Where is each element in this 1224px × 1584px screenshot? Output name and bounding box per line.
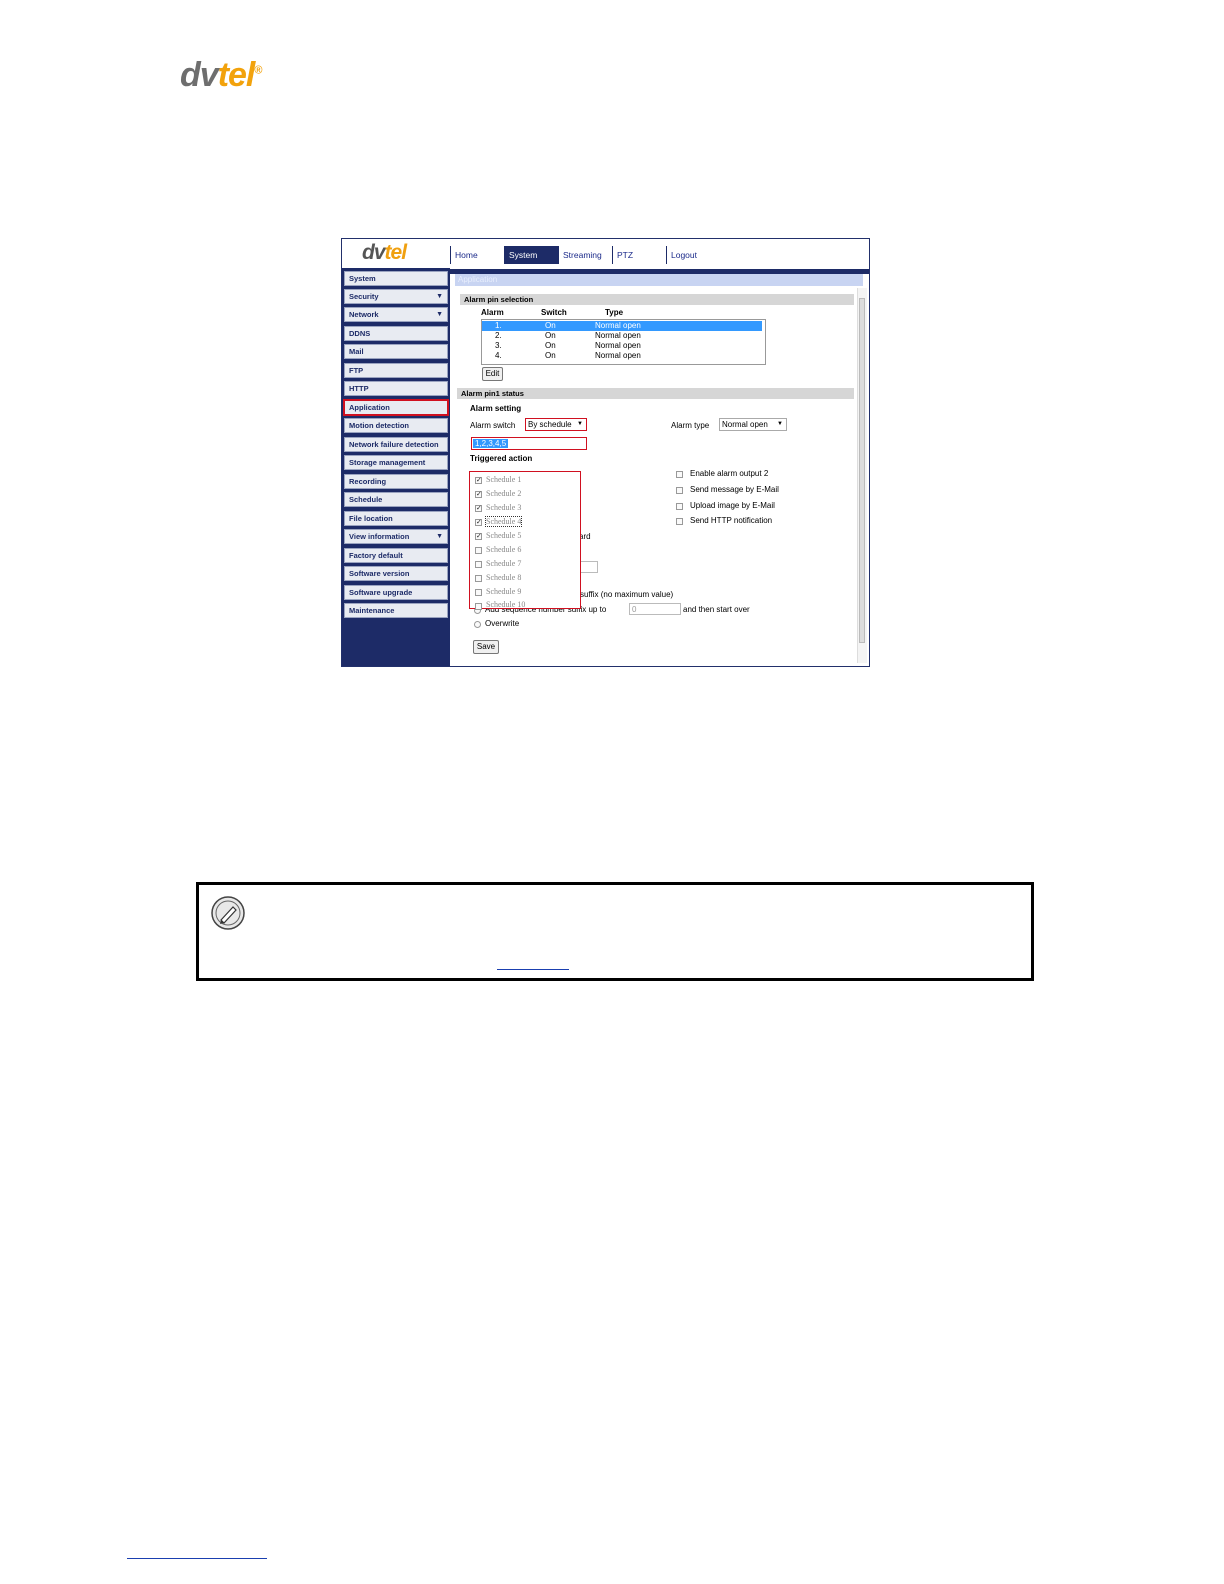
chevron-down-icon: ▼ bbox=[436, 293, 443, 300]
schedule-checkbox[interactable] bbox=[475, 603, 482, 610]
triggered-action-heading: Triggered action bbox=[470, 454, 533, 463]
sidebar-item-application[interactable]: Application bbox=[343, 399, 449, 416]
hidden-input[interactable] bbox=[579, 561, 598, 573]
sidebar-item-storage-management[interactable]: Storage management bbox=[344, 455, 448, 470]
list-item[interactable]: 2. On Normal open bbox=[482, 331, 762, 341]
page-logo: dvtel® bbox=[180, 56, 263, 94]
sidebar-item-recording[interactable]: Recording bbox=[344, 474, 448, 489]
footer-link-underline[interactable] bbox=[127, 1558, 267, 1559]
chevron-down-icon: ▼ bbox=[436, 533, 443, 540]
schedule-checkbox[interactable] bbox=[475, 575, 482, 582]
schedule-checkbox[interactable] bbox=[475, 589, 482, 596]
chevron-down-icon: ▼ bbox=[777, 421, 783, 427]
note-link-underline[interactable] bbox=[497, 969, 569, 970]
edit-button[interactable]: Edit bbox=[482, 367, 503, 381]
sidebar-item-mail[interactable]: Mail bbox=[344, 344, 448, 359]
scrollbar[interactable] bbox=[857, 288, 867, 663]
action-label: Send HTTP notification bbox=[690, 516, 773, 525]
schedule-checkbox[interactable]: ✓ bbox=[475, 533, 482, 540]
tab-ptz[interactable]: PTZ bbox=[612, 246, 666, 264]
overwrite-label: Overwrite bbox=[485, 619, 520, 628]
tab-logout[interactable]: Logout bbox=[666, 246, 720, 264]
alarm-list[interactable]: 1. On Normal open 2. On Normal open 3. O… bbox=[481, 319, 766, 365]
overwrite-radio[interactable] bbox=[474, 621, 481, 628]
list-item[interactable]: 3. On Normal open bbox=[482, 341, 762, 351]
action-label: Enable alarm output 2 bbox=[690, 469, 769, 478]
sequence-input[interactable]: 0 bbox=[629, 603, 681, 615]
alarm-pin-selection-bar: Alarm pin selection bbox=[460, 294, 854, 305]
schedule-checkbox[interactable]: ✓ bbox=[475, 519, 482, 526]
col-type: Type bbox=[605, 308, 624, 317]
schedule-input-box[interactable]: 1,2,3,4,5 bbox=[471, 437, 587, 450]
sidebar-item-view-information[interactable]: View information ▼ bbox=[344, 529, 448, 544]
save-button[interactable]: Save bbox=[473, 640, 499, 654]
action-label: Upload image by E-Mail bbox=[690, 501, 775, 510]
top-tabs: Home System Streaming PTZ Logout bbox=[450, 246, 720, 264]
sidebar-item-ddns[interactable]: DDNS bbox=[344, 326, 448, 341]
sequence-after-label: and then start over bbox=[683, 605, 750, 614]
chevron-down-icon: ▼ bbox=[436, 311, 443, 318]
tab-streaming[interactable]: Streaming bbox=[558, 246, 612, 264]
alarm-type-select[interactable]: Normal open ▼ bbox=[719, 418, 787, 431]
sidebar: System Security ▼ Network ▼ DDNS Mail FTP … bbox=[342, 268, 450, 666]
http-notification-checkbox[interactable] bbox=[676, 518, 683, 525]
sidebar-item-network[interactable]: Network ▼ bbox=[344, 307, 448, 322]
alarm-status-bar: Alarm pin1 status bbox=[457, 388, 854, 399]
sidebar-item-security[interactable]: Security ▼ bbox=[344, 289, 448, 304]
alarm-type-label: Alarm type bbox=[671, 421, 710, 430]
shot-logo: dvtel bbox=[362, 241, 407, 264]
action-label: Send message by E-Mail bbox=[690, 485, 779, 494]
sidebar-item-network-failure-detection[interactable]: Network failure detection bbox=[344, 437, 448, 452]
sidebar-item-system[interactable]: System bbox=[344, 271, 448, 286]
enable-alarm-output-checkbox[interactable] bbox=[676, 471, 683, 478]
suffix-label: suffix (no maximum value) bbox=[580, 590, 674, 599]
schedule-checkbox[interactable] bbox=[475, 561, 482, 568]
alarm-switch-select[interactable]: By schedule ▼ bbox=[525, 418, 587, 431]
send-email-checkbox[interactable] bbox=[676, 487, 683, 494]
chevron-down-icon: ▼ bbox=[577, 421, 583, 427]
pane-title: Application bbox=[455, 274, 863, 286]
schedule-input-value: 1,2,3,4,5 bbox=[473, 439, 509, 448]
schedule-checkbox[interactable]: ✓ bbox=[475, 505, 482, 512]
schedule-checkbox[interactable]: ✓ bbox=[475, 477, 482, 484]
ui-screenshot: dvtel Home System Streaming PTZ Logout S… bbox=[341, 238, 870, 667]
sidebar-item-maintenance[interactable]: Maintenance bbox=[344, 603, 448, 618]
alarm-switch-label: Alarm switch bbox=[470, 421, 516, 430]
alarm-setting-heading: Alarm setting bbox=[470, 404, 522, 413]
col-alarm: Alarm bbox=[481, 308, 504, 317]
list-item[interactable]: 1. On Normal open bbox=[482, 321, 762, 331]
sidebar-item-file-location[interactable]: File location bbox=[344, 511, 448, 526]
tab-home[interactable]: Home bbox=[450, 246, 504, 264]
sidebar-item-http[interactable]: HTTP bbox=[344, 381, 448, 396]
sidebar-item-software-upgrade[interactable]: Software upgrade bbox=[344, 585, 448, 600]
pen-note-icon bbox=[211, 896, 245, 930]
note-box bbox=[196, 882, 1034, 981]
sidebar-item-factory-default[interactable]: Factory default bbox=[344, 548, 448, 563]
schedule-checkbox[interactable]: ✓ bbox=[475, 491, 482, 498]
col-switch: Switch bbox=[541, 308, 567, 317]
sidebar-item-motion-detection[interactable]: Motion detection bbox=[344, 418, 448, 433]
tab-system[interactable]: System bbox=[504, 246, 558, 264]
list-item[interactable]: 4. On Normal open bbox=[482, 351, 762, 361]
sidebar-item-ftp[interactable]: FTP bbox=[344, 363, 448, 378]
scrollbar-thumb[interactable] bbox=[859, 298, 865, 643]
sidebar-item-schedule[interactable]: Schedule bbox=[344, 492, 448, 507]
sidebar-item-software-version[interactable]: Software version bbox=[344, 566, 448, 581]
schedule-dropdown[interactable]: ✓ Schedule 1 ✓ Schedule 2 ✓ Schedule 3 ✓… bbox=[469, 471, 581, 610]
upload-image-checkbox[interactable] bbox=[676, 503, 683, 510]
schedule-checkbox[interactable] bbox=[475, 547, 482, 554]
main-pane: Application Alarm pin selection Alarm Sw… bbox=[452, 274, 867, 666]
